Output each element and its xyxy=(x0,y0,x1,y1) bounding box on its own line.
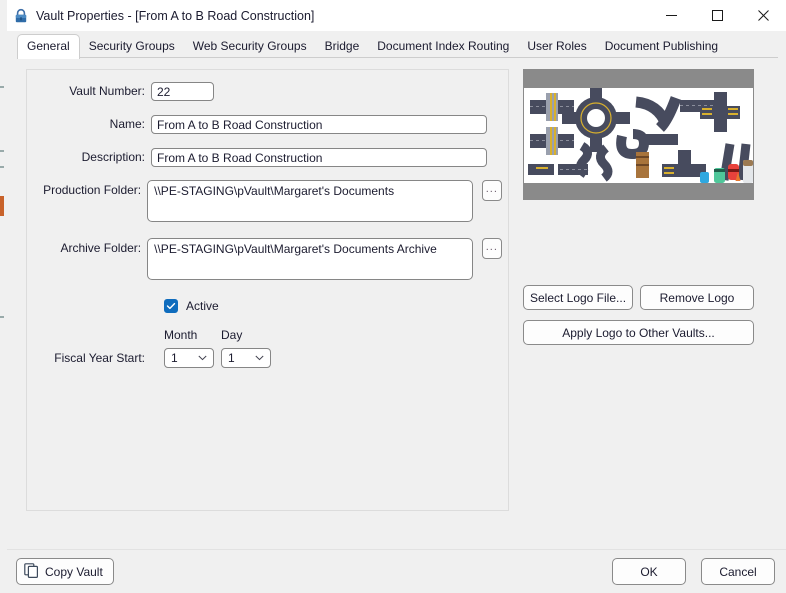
month-header: Month xyxy=(164,328,198,342)
production-folder-input[interactable]: \\PE-STAGING\pVault\Margaret's Documents xyxy=(147,180,473,222)
copy-vault-label: Copy Vault xyxy=(45,564,103,579)
field-description: Description: xyxy=(27,148,487,167)
title-bar: Vault Properties - [From A to B Road Con… xyxy=(7,0,786,31)
apply-logo-to-other-vaults-button[interactable]: Apply Logo to Other Vaults... xyxy=(523,320,754,345)
chevron-down-icon xyxy=(198,355,209,361)
copy-icon xyxy=(24,562,39,581)
logo-image xyxy=(524,88,753,183)
production-folder-browse-button[interactable]: ... xyxy=(481,180,502,201)
window-controls xyxy=(648,0,786,31)
production-folder-label: Production Folder: xyxy=(43,183,142,197)
vault-properties-window: Vault Properties - [From A to B Road Con… xyxy=(7,0,786,593)
active-checkbox[interactable] xyxy=(164,299,178,313)
tab-strip: General Security Groups Web Security Gro… xyxy=(7,31,786,59)
bg-tick xyxy=(0,166,4,168)
archive-folder-browse-button[interactable]: ... xyxy=(481,238,502,259)
tab-document-index-routing[interactable]: Document Index Routing xyxy=(368,35,518,58)
bg-tick xyxy=(0,316,4,318)
logo-preview xyxy=(523,69,754,200)
general-tab-content: Vault Number: Name: Description: Product… xyxy=(7,58,786,549)
remove-logo-button[interactable]: Remove Logo xyxy=(640,285,754,310)
bg-tick xyxy=(0,150,4,152)
copy-vault-button[interactable]: Copy Vault xyxy=(16,558,114,585)
tab-user-roles[interactable]: User Roles xyxy=(518,35,595,58)
vault-number-label: Vault Number: xyxy=(69,84,145,98)
lock-icon xyxy=(12,7,30,25)
active-checkbox-row[interactable]: Active xyxy=(164,299,219,313)
field-name: Name: xyxy=(27,115,487,134)
fiscal-day-select[interactable]: 1 xyxy=(221,348,271,368)
field-production-folder: Production Folder: \\PE-STAGING\pVault\M… xyxy=(27,180,502,222)
fiscal-month-select[interactable]: 1 xyxy=(164,348,214,368)
name-label: Name: xyxy=(109,117,145,131)
name-input[interactable] xyxy=(151,115,487,134)
archive-folder-label: Archive Folder: xyxy=(60,241,142,255)
fiscal-year-headers: Month Day xyxy=(164,328,278,342)
fiscal-year-start-label: Fiscal Year Start: xyxy=(54,351,145,365)
select-logo-file-button[interactable]: Select Logo File... xyxy=(523,285,633,310)
tab-general[interactable]: General xyxy=(17,34,80,59)
cancel-button[interactable]: Cancel xyxy=(701,558,775,585)
bg-tick xyxy=(0,86,4,88)
description-label: Description: xyxy=(81,150,145,164)
archive-folder-input[interactable]: \\PE-STAGING\pVault\Margaret's Documents… xyxy=(147,238,473,280)
tab-security-groups[interactable]: Security Groups xyxy=(80,35,184,58)
fiscal-day-value: 1 xyxy=(228,351,235,365)
fiscal-month-value: 1 xyxy=(171,351,178,365)
ok-button[interactable]: OK xyxy=(612,558,686,585)
tab-web-security-groups[interactable]: Web Security Groups xyxy=(184,35,316,58)
tab-document-publishing[interactable]: Document Publishing xyxy=(596,35,727,58)
description-input[interactable] xyxy=(151,148,487,167)
day-header: Day xyxy=(221,328,243,342)
maximize-button[interactable] xyxy=(694,0,740,31)
field-fiscal-year-start: Fiscal Year Start: 1 1 xyxy=(27,348,271,368)
minimize-button[interactable] xyxy=(648,0,694,31)
field-archive-folder: Archive Folder: \\PE-STAGING\pVault\Marg… xyxy=(27,238,502,280)
window-title: Vault Properties - [From A to B Road Con… xyxy=(36,8,315,23)
tab-bridge[interactable]: Bridge xyxy=(316,35,369,58)
field-vault-number: Vault Number: xyxy=(27,82,487,101)
footer-bar: Copy Vault OK Cancel xyxy=(7,549,786,593)
vault-number-input[interactable] xyxy=(151,82,214,101)
bg-accent-sliver xyxy=(0,196,4,216)
close-button[interactable] xyxy=(740,0,786,31)
active-label: Active xyxy=(186,299,219,313)
chevron-down-icon xyxy=(255,355,266,361)
vault-form-panel: Vault Number: Name: Description: Product… xyxy=(26,69,509,511)
